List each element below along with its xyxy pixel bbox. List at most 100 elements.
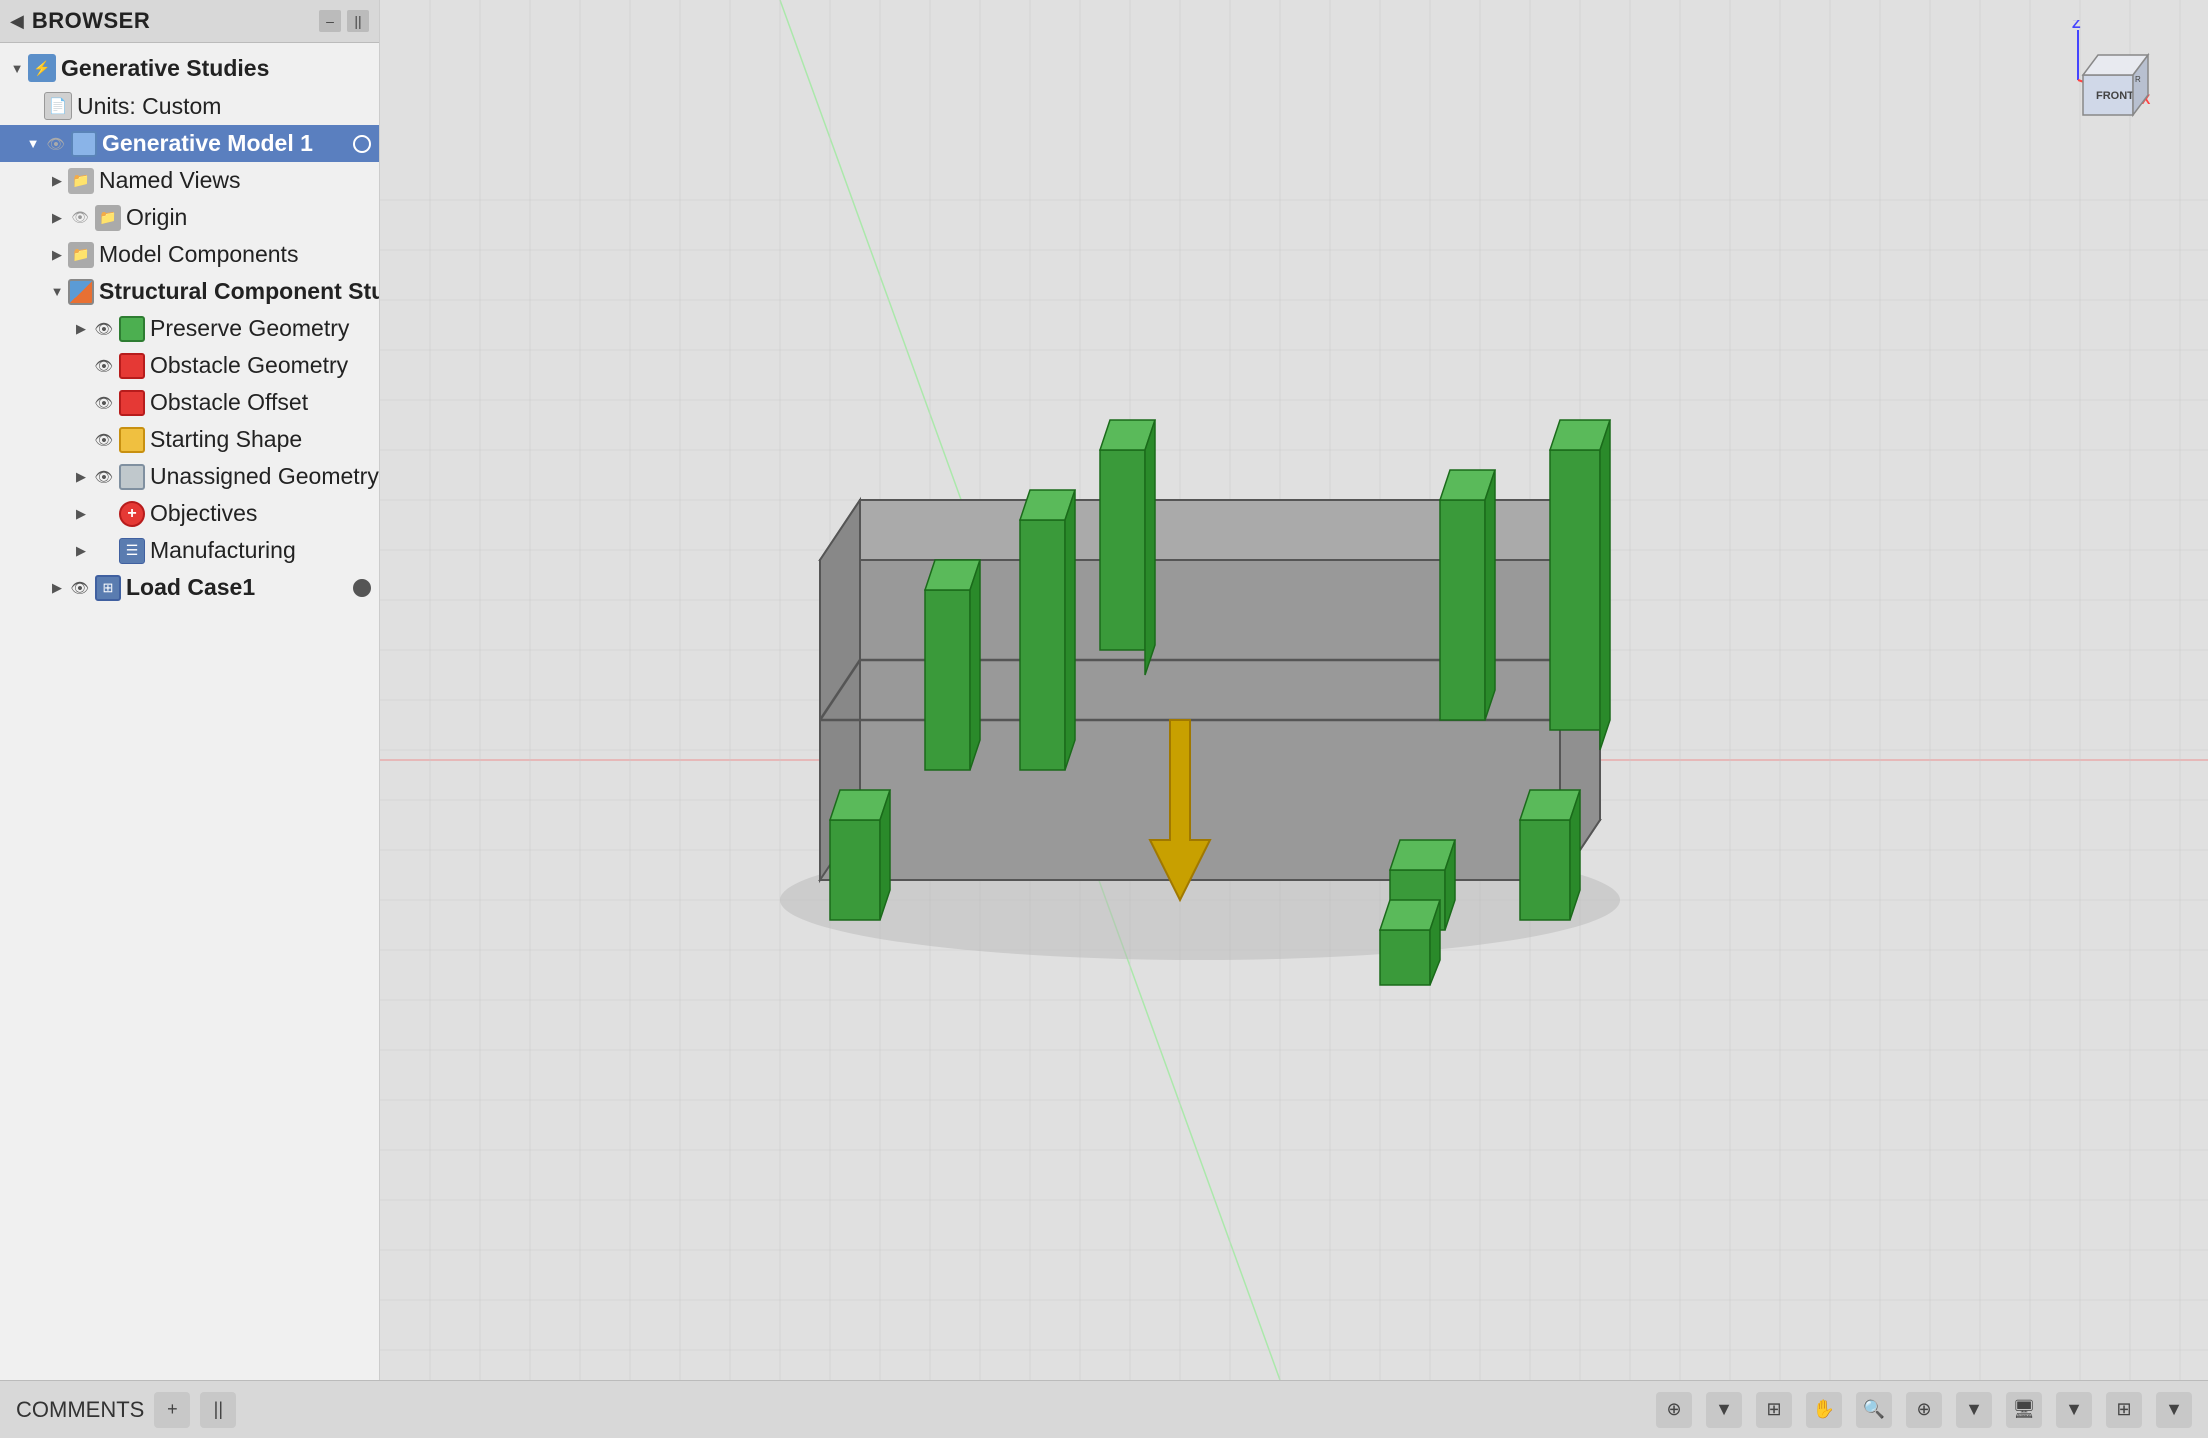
bottom-toolbar: ⊕ ▼ ⊞ ✋ 🔍 ⊕ ▼ 🖥 ▼ ⊞ ▼ — [1656, 1392, 2192, 1428]
tree-item-starting-shape[interactable]: Starting Shape — [0, 421, 379, 458]
comments-add-btn[interactable]: + — [154, 1392, 190, 1428]
label-structural-study: Structural Component Study 1 — [99, 278, 379, 305]
tree-item-manufacturing[interactable]: ☰ Manufacturing — [0, 532, 379, 569]
icon-gen-model — [71, 131, 97, 157]
tree-arrow-model-comp[interactable] — [48, 246, 66, 264]
sidebar-title: BROWSER — [32, 8, 150, 34]
tree-arrow-starting — [72, 431, 90, 449]
icon-model-comp: 📁 — [68, 242, 94, 268]
tree-item-generative-model-1[interactable]: Generative Model 1 — [0, 125, 379, 162]
zoom-btn[interactable]: 🔍 — [1856, 1392, 1892, 1428]
icon-objectives: + — [119, 501, 145, 527]
label-obstacle-geometry: Obstacle Geometry — [150, 352, 348, 379]
tree-item-origin[interactable]: 👁 📁 Origin — [0, 199, 379, 236]
icon-named-views: 📁 — [68, 168, 94, 194]
tree-arrow-named-views[interactable] — [48, 172, 66, 190]
bottom-bar: COMMENTS + || ⊕ ▼ ⊞ ✋ 🔍 ⊕ ▼ 🖥 ▼ ⊞ ▼ — [0, 1380, 2208, 1438]
tree-item-named-views[interactable]: 📁 Named Views — [0, 162, 379, 199]
icon-generative-studies — [28, 54, 56, 82]
icon-radio-gen-model — [353, 135, 371, 153]
sidebar: ◀ BROWSER – || Generative Studies Units:… — [0, 0, 380, 1380]
tree-arrow-gen-model[interactable] — [24, 135, 42, 153]
comments-label: COMMENTS — [16, 1397, 144, 1423]
tree-arrow-generative-studies[interactable] — [8, 59, 26, 77]
tree-arrow-preserve[interactable] — [72, 320, 90, 338]
sidebar-panel-btn[interactable]: || — [347, 10, 369, 32]
label-obstacle-offset: Obstacle Offset — [150, 389, 308, 416]
tree-eye-obstacle-off[interactable] — [92, 391, 116, 415]
svg-text:FRONT: FRONT — [2096, 90, 2134, 102]
tree-arrow-origin[interactable] — [48, 209, 66, 227]
icon-starting-shape — [119, 427, 145, 453]
tree-arrow-objectives[interactable] — [72, 505, 90, 523]
label-origin: Origin — [126, 204, 187, 231]
tree-item-unassigned-geometry[interactable]: Unassigned Geometry — [0, 458, 379, 495]
transform-tool-btn[interactable]: ⊕ — [1656, 1392, 1692, 1428]
icon-manufacturing: ☰ — [119, 538, 145, 564]
comments-panel-btn[interactable]: || — [200, 1392, 236, 1428]
icon-radio-load-case — [353, 579, 371, 597]
tree-area: Generative Studies Units: Custom Generat… — [0, 43, 379, 1380]
icon-obstacle-geometry — [119, 353, 145, 379]
scene-svg — [380, 0, 2208, 1380]
label-preserve-geometry: Preserve Geometry — [150, 315, 349, 342]
view-options-dropdown[interactable]: ▼ — [2156, 1392, 2192, 1428]
tree-item-generative-studies[interactable]: Generative Studies — [0, 49, 379, 87]
tree-arrow-obstacle-geo — [72, 357, 90, 375]
label-unassigned-geometry: Unassigned Geometry — [150, 463, 379, 490]
tree-arrow-manufacturing[interactable] — [72, 542, 90, 560]
tree-item-objectives[interactable]: + Objectives — [0, 495, 379, 532]
tree-item-obstacle-geometry[interactable]: Obstacle Geometry — [0, 347, 379, 384]
tree-eye-starting[interactable] — [92, 428, 116, 452]
icon-load-case: ⊞ — [95, 575, 121, 601]
tree-arrow-unassigned[interactable] — [72, 468, 90, 486]
tree-arrow-obstacle-off — [72, 394, 90, 412]
display-mode-btn[interactable]: 🖥 — [2006, 1392, 2042, 1428]
pan-tool-btn[interactable]: ✋ — [1806, 1392, 1842, 1428]
icon-unassigned-geometry — [119, 464, 145, 490]
label-named-views: Named Views — [99, 167, 240, 194]
zoom-dropdown[interactable]: ▼ — [1956, 1392, 1992, 1428]
tree-eye-origin[interactable]: 👁 — [68, 206, 92, 230]
sidebar-header: ◀ BROWSER – || — [0, 0, 379, 43]
label-starting-shape: Starting Shape — [150, 426, 302, 453]
label-model-comp: Model Components — [99, 241, 298, 268]
tree-item-model-components[interactable]: 📁 Model Components — [0, 236, 379, 273]
label-load-case: Load Case1 — [126, 574, 349, 601]
tree-item-obstacle-offset[interactable]: Obstacle Offset — [0, 384, 379, 421]
tree-eye-unassigned[interactable] — [92, 465, 116, 489]
tree-arrow-units — [24, 97, 42, 115]
tree-eye-preserve[interactable] — [92, 317, 116, 341]
zoom-fit-btn[interactable]: ⊕ — [1906, 1392, 1942, 1428]
icon-origin: 📁 — [95, 205, 121, 231]
tree-eye-manufacturing — [92, 539, 116, 563]
tree-eye-load-case[interactable] — [68, 576, 92, 600]
icon-structural-study — [68, 279, 94, 305]
tree-item-preserve-geometry[interactable]: Preserve Geometry — [0, 310, 379, 347]
tree-item-structural-study[interactable]: Structural Component Study 1 — [0, 273, 379, 310]
icon-obstacle-offset — [119, 390, 145, 416]
tree-eye-gen-model[interactable] — [44, 132, 68, 156]
viewport[interactable]: Z X FRONT R — [380, 0, 2208, 1380]
transform-tool-dropdown[interactable]: ▼ — [1706, 1392, 1742, 1428]
grid-snap-btn[interactable]: ⊞ — [1756, 1392, 1792, 1428]
main-area: ◀ BROWSER – || Generative Studies Units:… — [0, 0, 2208, 1380]
icon-preserve — [119, 316, 145, 342]
sidebar-collapse-icon[interactable]: ◀ — [10, 11, 24, 32]
tree-arrow-load-case[interactable] — [48, 579, 66, 597]
label-generative-studies: Generative Studies — [61, 55, 269, 82]
tree-item-units[interactable]: Units: Custom — [0, 87, 379, 125]
label-objectives: Objectives — [150, 500, 257, 527]
tree-item-load-case1[interactable]: ⊞ Load Case1 — [0, 569, 379, 606]
icon-units — [44, 92, 72, 120]
navigation-cube[interactable]: Z X FRONT R — [2058, 20, 2178, 140]
display-mode-dropdown[interactable]: ▼ — [2056, 1392, 2092, 1428]
sidebar-minimize-btn[interactable]: – — [319, 10, 341, 32]
label-units: Units: Custom — [77, 93, 221, 120]
svg-text:Z: Z — [2072, 20, 2081, 31]
view-options-btn[interactable]: ⊞ — [2106, 1392, 2142, 1428]
tree-eye-obstacle-geo[interactable] — [92, 354, 116, 378]
svg-text:R: R — [2135, 75, 2141, 84]
tree-arrow-structural-study[interactable] — [48, 283, 66, 301]
nav-cube-svg: Z X FRONT R — [2058, 20, 2178, 140]
